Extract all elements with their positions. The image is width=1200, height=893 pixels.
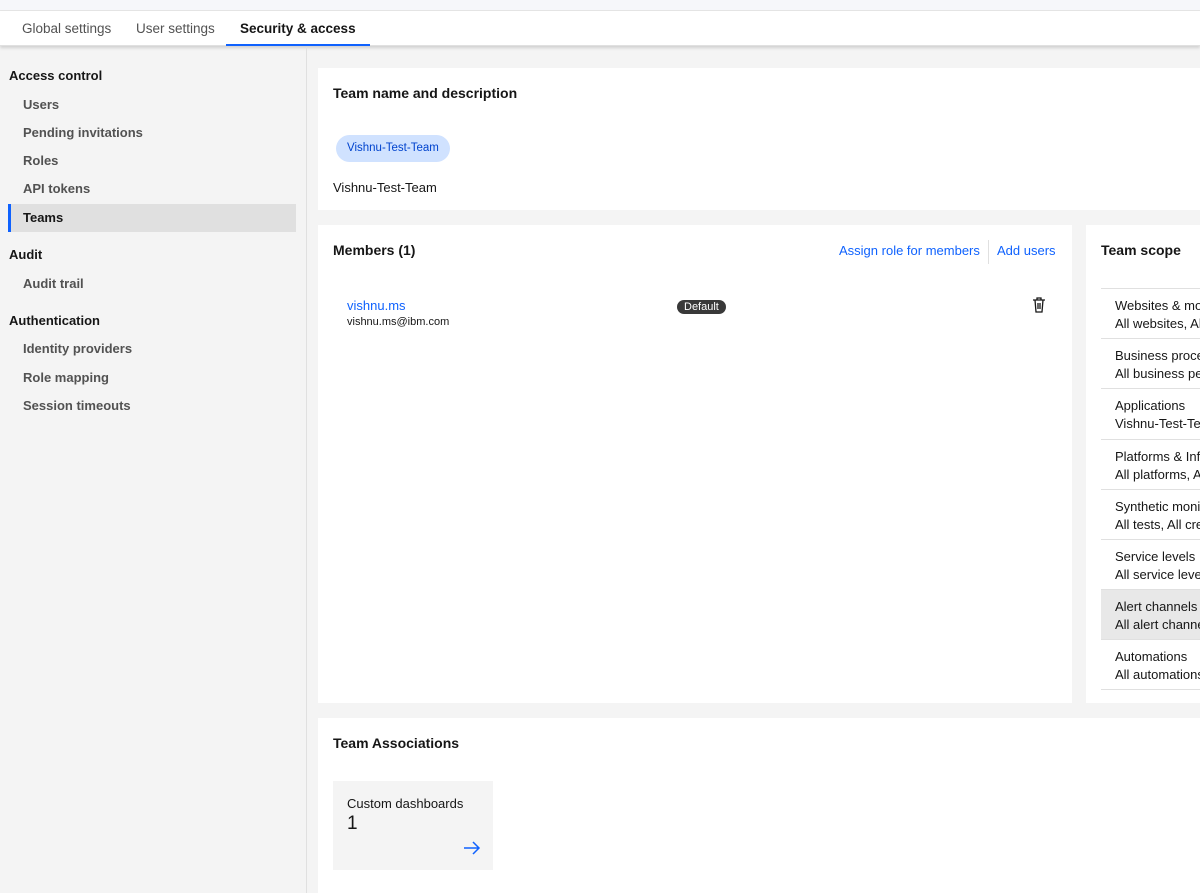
divider	[988, 240, 989, 264]
tile-count: 1	[347, 813, 358, 834]
scope-item-value: All business pe	[1115, 366, 1200, 382]
arrow-right-icon[interactable]	[463, 841, 481, 858]
sidebar-item-api-tokens[interactable]: API tokens	[8, 175, 296, 203]
default-badge: Default	[677, 300, 726, 314]
tab-security-access[interactable]: Security & access	[226, 11, 370, 46]
scope-item-title: Synthetic moni	[1115, 498, 1200, 514]
add-users-link[interactable]: Add users	[997, 243, 1056, 258]
assign-role-link[interactable]: Assign role for members	[839, 243, 980, 258]
sidebar-item-pending-invitations[interactable]: Pending invitations	[8, 119, 296, 147]
sidebar-item-identity-providers[interactable]: Identity providers	[8, 335, 296, 363]
scope-item-title: Service levels	[1115, 549, 1196, 564]
scope-item-value: All platforms, A	[1115, 466, 1200, 482]
scope-item[interactable]: Service levels All service leve	[1101, 539, 1200, 589]
sidebar-item-role-mapping[interactable]: Role mapping	[8, 364, 296, 392]
team-name: Vishnu-Test-Team	[333, 180, 437, 195]
tab-global-settings[interactable]: Global settings	[8, 11, 125, 46]
scope-item-value: All automations	[1115, 667, 1200, 683]
scope-item-title: Business proce	[1115, 348, 1200, 364]
member-email: vishnu.ms@ibm.com	[347, 316, 450, 328]
sidebar-heading-access-control: Access control	[9, 68, 103, 83]
scope-item[interactable]: Synthetic moni All tests, All cre	[1101, 488, 1200, 539]
scope-item[interactable]: Automations All automations	[1101, 639, 1200, 689]
divider	[1101, 689, 1200, 690]
tile-label: Custom dashboards	[347, 796, 464, 811]
scope-item[interactable]: Alert channels All alert channe	[1101, 589, 1200, 640]
scope-item-title: Alert channels	[1115, 599, 1198, 615]
scope-item-title: Websites & mo	[1115, 298, 1200, 313]
scope-item-value: All websites, Al	[1115, 316, 1200, 331]
sidebar-item-audit-trail[interactable]: Audit trail	[8, 270, 296, 298]
scope-item[interactable]: Business proce All business pe	[1101, 338, 1200, 388]
scope-item-value: All service leve	[1115, 567, 1200, 582]
custom-dashboards-tile[interactable]: Custom dashboards 1	[333, 781, 493, 870]
scope-item[interactable]: Applications Vishnu-Test-Te	[1101, 388, 1200, 438]
sidebar-item-users[interactable]: Users	[8, 91, 296, 119]
sidebar: Access control Users Pending invitations…	[0, 47, 307, 893]
sidebar-item-session-timeouts[interactable]: Session timeouts	[8, 392, 296, 420]
settings-tabs: Global settings User settings Security &…	[0, 11, 1200, 46]
members-card	[318, 225, 1072, 703]
scope-item-title: Automations	[1115, 649, 1188, 665]
team-name-heading: Team name and description	[333, 85, 518, 101]
tab-user-settings[interactable]: User settings	[122, 11, 229, 46]
members-heading: Members (1)	[333, 242, 416, 258]
scope-item-value: Vishnu-Test-Te	[1115, 416, 1200, 432]
scope-item[interactable]: Platforms & Inf All platforms, A	[1101, 438, 1200, 489]
associations-heading: Team Associations	[333, 735, 460, 751]
team-tag: Vishnu-Test-Team	[336, 135, 450, 162]
scope-item-title: Platforms & Inf	[1115, 448, 1200, 464]
scope-item-value: All alert channe	[1115, 617, 1200, 633]
scope-item-value: All tests, All cre	[1115, 516, 1200, 532]
team-scope-heading: Team scope	[1101, 242, 1181, 258]
sidebar-item-roles[interactable]: Roles	[8, 147, 296, 175]
top-strip	[0, 0, 1200, 11]
sidebar-item-teams[interactable]: Teams	[8, 204, 296, 232]
sidebar-heading-audit: Audit	[9, 247, 43, 262]
trash-icon[interactable]	[1032, 297, 1046, 316]
scope-item[interactable]: Websites & mo All websites, Al	[1101, 288, 1200, 338]
scope-item-title: Applications	[1115, 398, 1186, 414]
member-name-link[interactable]: vishnu.ms	[347, 298, 406, 313]
sidebar-heading-authentication: Authentication	[9, 313, 100, 328]
